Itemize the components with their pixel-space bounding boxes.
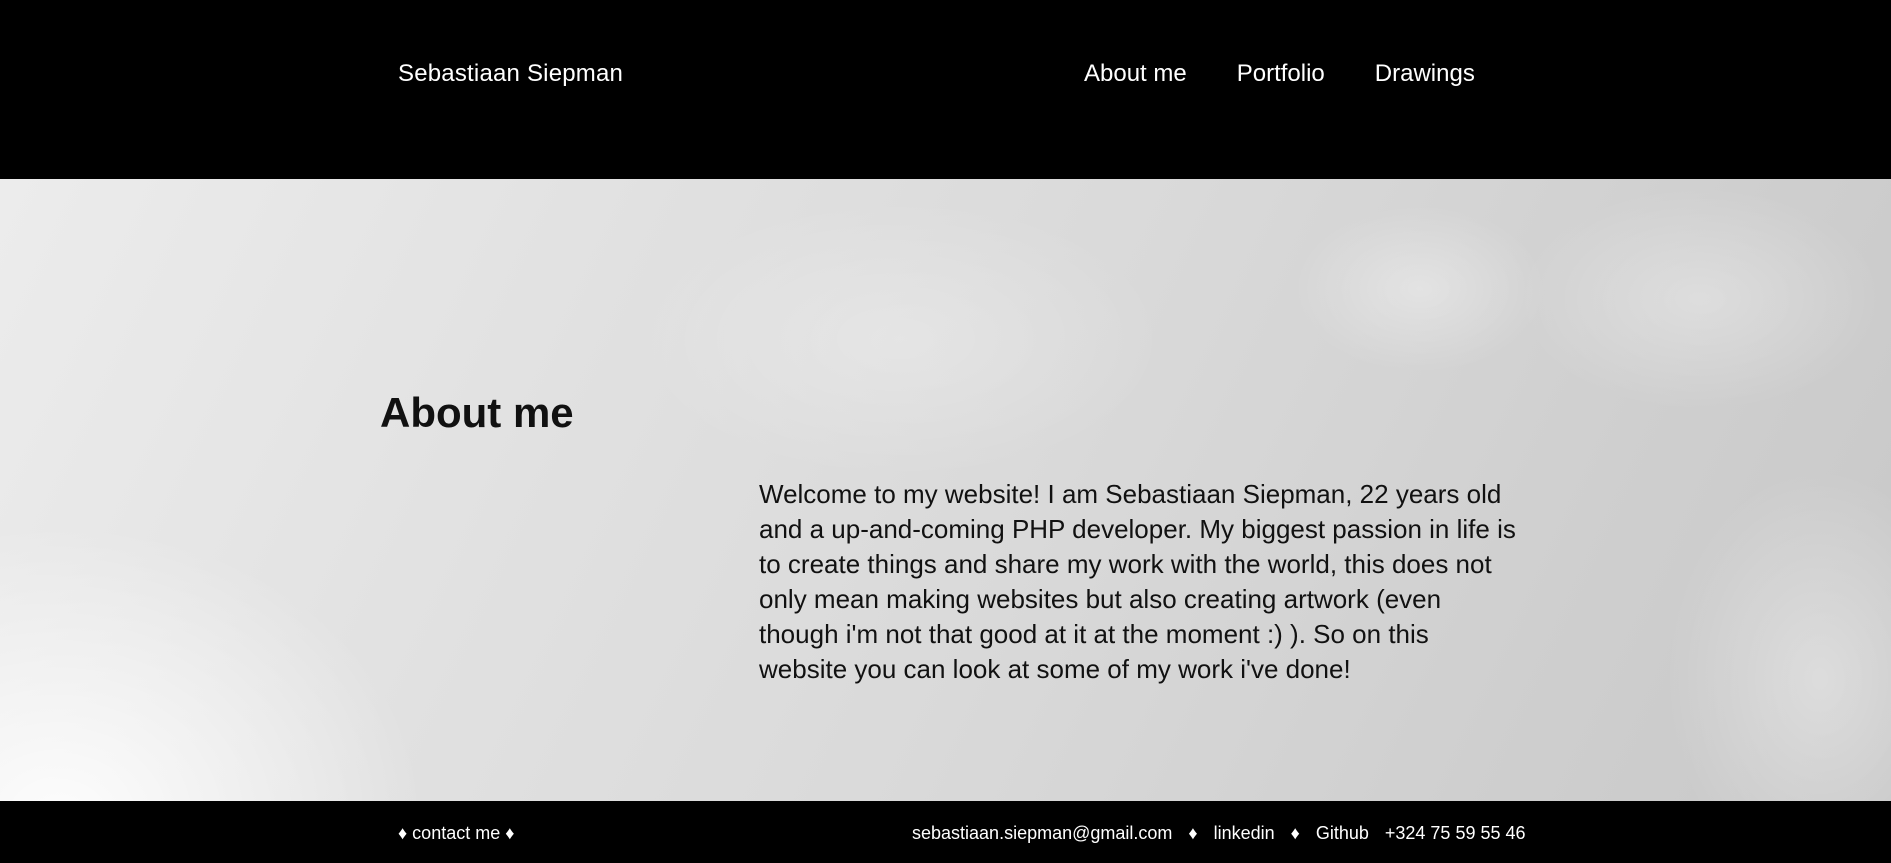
diamond-separator: ♦ [1290, 823, 1300, 843]
page-title: About me [380, 389, 574, 436]
nav-drawings[interactable]: Drawings [1375, 60, 1475, 88]
site-header: Sebastiaan Siepman About me Portfolio Dr… [0, 0, 1891, 179]
github-link[interactable]: Github [1316, 823, 1369, 844]
nav-portfolio[interactable]: Portfolio [1237, 60, 1325, 88]
about-section: About me Welcome to my website! I am Seb… [0, 179, 1891, 801]
brand-link[interactable]: Sebastiaan Siepman [398, 60, 623, 88]
site-footer: ♦ contact me ♦ sebastiaan.siepman@gmail.… [0, 801, 1891, 863]
linkedin-link[interactable]: linkedin [1214, 823, 1275, 844]
contact-links: sebastiaan.siepman@gmail.com ♦ linkedin … [912, 823, 1526, 844]
main-nav: About me Portfolio Drawings [1084, 60, 1475, 88]
about-paragraph: Welcome to my website! I am Sebastiaan S… [759, 479, 1516, 684]
phone-number: +324 75 59 55 46 [1384, 823, 1526, 843]
diamond-separator: ♦ [1188, 823, 1198, 843]
email-link[interactable]: sebastiaan.siepman@gmail.com [912, 823, 1172, 844]
contact-heading: ♦ contact me ♦ [398, 823, 515, 843]
nav-about-me[interactable]: About me [1084, 60, 1187, 88]
page: Sebastiaan Siepman About me Portfolio Dr… [0, 0, 1891, 863]
